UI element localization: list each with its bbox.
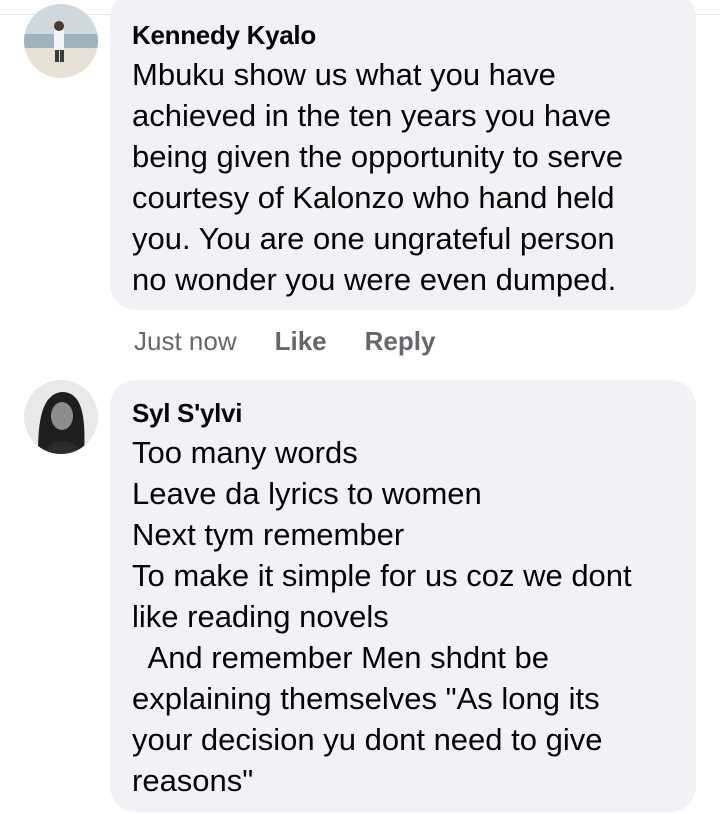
comment-actions: Just now Like Reply [134,326,473,356]
comment-author[interactable]: Kennedy Kyalo [132,20,316,50]
comment-line: no wonder you were even dumped. [132,262,617,297]
comment-line: Too many words [132,435,358,470]
comment-line: And remember Men shdnt be [132,640,550,675]
comment-line: Leave da lyrics to women [132,476,482,511]
comment-line: like reading novels [132,599,389,634]
like-button[interactable]: Like [275,326,327,356]
comment-body: Mbuku show us what you have achieved in … [132,54,623,300]
comment-author[interactable]: Syl S'ylvi [132,398,242,428]
comment-timestamp[interactable]: Just now [134,326,237,356]
comment-line: courtesy of Kalonzo who hand held [132,180,615,215]
avatar-kennedy-kyalo[interactable] [24,4,98,78]
comment-line: Mbuku show us what you have [132,57,556,92]
comment-line: To make it simple for us coz we dont [132,558,632,593]
comment-line: Next tym remember [132,517,405,552]
comment-line: you. You are one ungrateful person [132,221,615,256]
reply-button[interactable]: Reply [365,326,436,356]
comment-bubble: Syl S'ylvi Too many words Leave da lyric… [110,380,696,812]
beach-photo-icon [24,4,98,78]
profile-photo-icon [24,380,98,454]
avatar-syl-sylvi[interactable] [24,380,98,454]
comment-line: achieved in the ten years you have [132,98,612,133]
comment-line: being given the opportunity to serve [132,139,624,174]
comments-thread: Kennedy Kyalo Mbuku show us what you hav… [0,0,720,814]
comment-line: your decision yu dont need to give [132,722,603,757]
comment-bubble: Kennedy Kyalo Mbuku show us what you hav… [110,0,696,310]
comment-line: explaining themselves "As long its [132,681,600,716]
comment-line: reasons" [132,763,254,798]
comment-body: Too many words Leave da lyrics to women … [132,432,632,801]
